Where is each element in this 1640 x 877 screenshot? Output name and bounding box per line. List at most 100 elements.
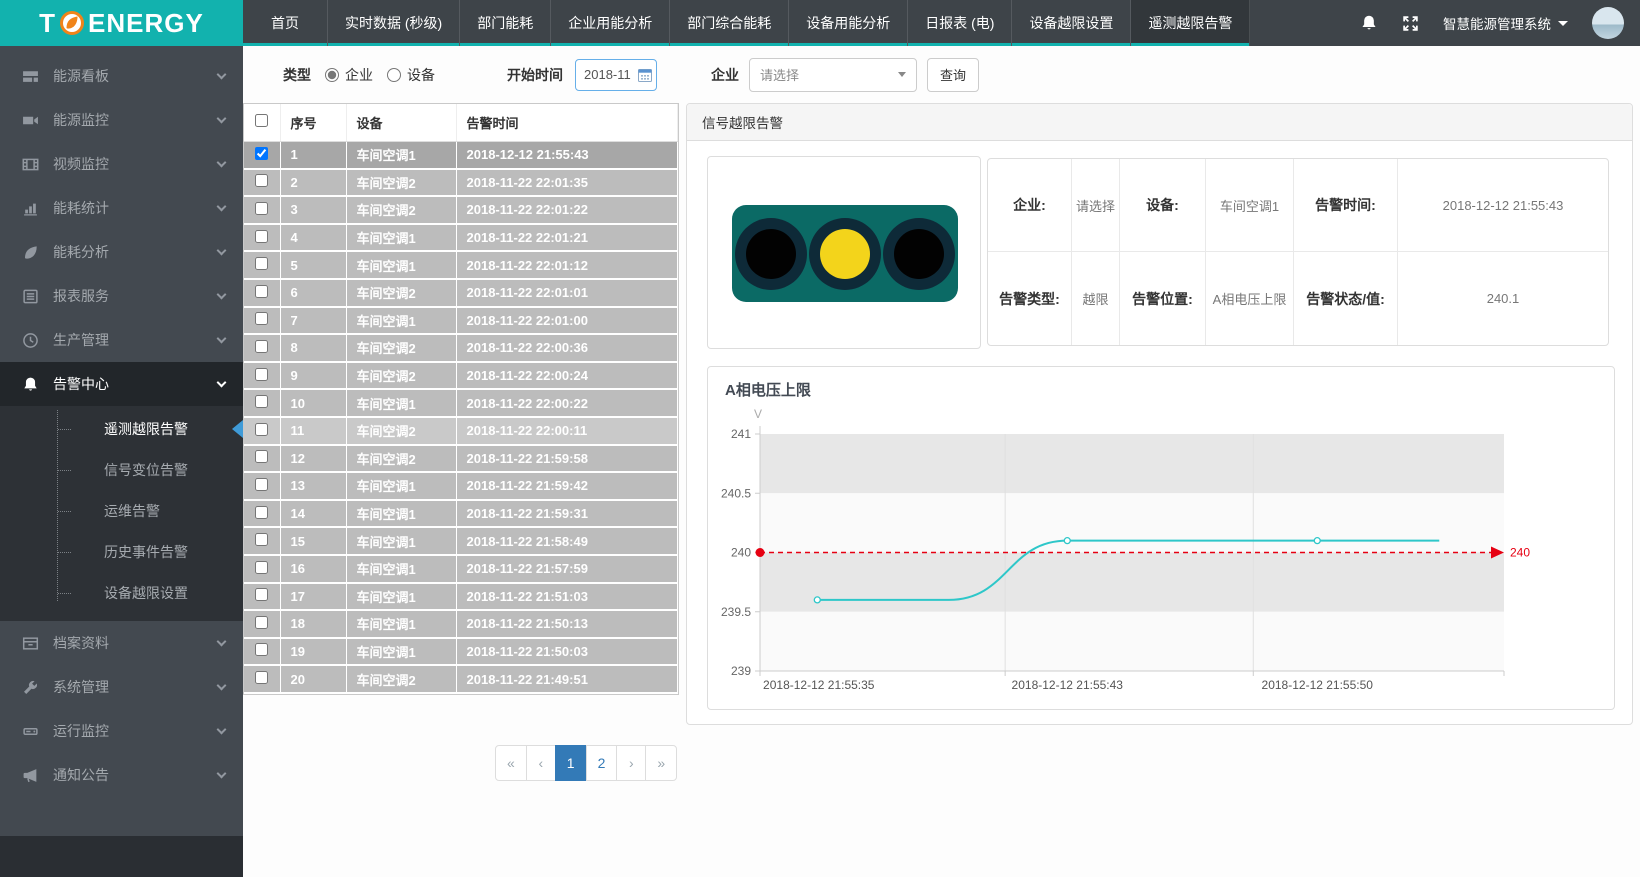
table-row[interactable]: 18车间空调12018-11-22 21:50:13 bbox=[244, 610, 678, 638]
sidebar-item-label: 告警中心 bbox=[53, 374, 218, 394]
row-checkbox[interactable] bbox=[255, 478, 268, 491]
search-button[interactable]: 查询 bbox=[927, 58, 979, 92]
row-checkbox[interactable] bbox=[255, 588, 268, 601]
sidebar-subitem[interactable]: 运维告警 bbox=[0, 490, 243, 531]
top-nav-item[interactable]: 企业用能分析 bbox=[551, 0, 670, 46]
row-checkbox[interactable] bbox=[255, 395, 268, 408]
sidebar-item[interactable]: 能耗统计 bbox=[0, 186, 243, 230]
sidebar-item[interactable]: 告警中心 bbox=[0, 362, 243, 406]
row-checkbox[interactable] bbox=[255, 561, 268, 574]
sidebar-item[interactable]: 档案资料 bbox=[0, 621, 243, 665]
sidebar-item-label: 通知公告 bbox=[53, 765, 218, 785]
page-button[interactable]: 2 bbox=[586, 745, 618, 781]
table-row[interactable]: 2车间空调22018-11-22 22:01:35 bbox=[244, 169, 678, 197]
row-checkbox[interactable] bbox=[255, 506, 268, 519]
table-row[interactable]: 16车间空调12018-11-22 21:57:59 bbox=[244, 555, 678, 583]
sidebar-item[interactable]: 能源监控 bbox=[0, 98, 243, 142]
top-nav-item[interactable]: 部门综合能耗 bbox=[670, 0, 789, 46]
top-nav-item[interactable]: 日报表 (电) bbox=[908, 0, 1012, 46]
sidebar-item[interactable]: 生产管理 bbox=[0, 318, 243, 362]
sidebar-item[interactable]: 视频监控 bbox=[0, 142, 243, 186]
top-nav-item[interactable]: 设备越限设置 bbox=[1012, 0, 1131, 46]
col-header-device: 设备 bbox=[346, 104, 456, 141]
table-row[interactable]: 15车间空调12018-11-22 21:58:49 bbox=[244, 527, 678, 555]
info-label-cell: 企业: bbox=[988, 159, 1072, 252]
table-row[interactable]: 9车间空调22018-11-22 22:00:24 bbox=[244, 362, 678, 390]
table-row[interactable]: 7车间空调12018-11-22 22:01:00 bbox=[244, 307, 678, 335]
top-nav-item[interactable]: 设备用能分析 bbox=[789, 0, 908, 46]
row-checkbox[interactable] bbox=[255, 450, 268, 463]
row-checkbox[interactable] bbox=[255, 147, 268, 160]
sidebar-item[interactable]: 通知公告 bbox=[0, 753, 243, 797]
page-button[interactable]: › bbox=[616, 745, 646, 781]
system-name-menu[interactable]: 智慧能源管理系统 bbox=[1443, 13, 1568, 33]
row-checkbox[interactable] bbox=[255, 257, 268, 270]
avatar[interactable] bbox=[1592, 7, 1624, 39]
sidebar-subitem[interactable]: 设备越限设置 bbox=[0, 572, 243, 613]
sidebar-subitem[interactable]: 信号变位告警 bbox=[0, 449, 243, 490]
table-row[interactable]: 10车间空调12018-11-22 22:00:22 bbox=[244, 389, 678, 417]
sidebar-subitem[interactable]: 历史事件告警 bbox=[0, 531, 243, 572]
sidebar-item[interactable]: 能耗分析 bbox=[0, 230, 243, 274]
enterprise-select[interactable]: 请选择 bbox=[749, 58, 917, 92]
row-checkbox[interactable] bbox=[255, 616, 268, 629]
table-row[interactable]: 11车间空调22018-11-22 22:00:11 bbox=[244, 417, 678, 445]
table-row[interactable]: 3车间空调22018-11-22 22:01:22 bbox=[244, 196, 678, 224]
type-radio-option[interactable]: 企业 bbox=[325, 65, 373, 85]
bell-icon bbox=[22, 376, 39, 393]
row-checkbox[interactable] bbox=[255, 340, 268, 353]
table-row[interactable]: 20车间空调22018-11-22 21:49:51 bbox=[244, 665, 678, 693]
page-button[interactable]: 1 bbox=[555, 745, 587, 781]
sidebar-subitem-label: 运维告警 bbox=[104, 501, 160, 521]
table-row[interactable]: 14车间空调12018-11-22 21:59:31 bbox=[244, 500, 678, 528]
table-row[interactable]: 12车间空调22018-11-22 21:59:58 bbox=[244, 445, 678, 473]
row-checkbox[interactable] bbox=[255, 174, 268, 187]
info-label-cell: 告警类型: bbox=[988, 252, 1072, 345]
table-row[interactable]: 17车间空调12018-11-22 21:51:03 bbox=[244, 583, 678, 611]
row-checkbox[interactable] bbox=[255, 368, 268, 381]
archive-icon bbox=[22, 635, 39, 652]
sidebar-subitem[interactable]: 遥测越限告警 bbox=[0, 408, 243, 449]
row-checkbox[interactable] bbox=[255, 423, 268, 436]
row-checkbox[interactable] bbox=[255, 202, 268, 215]
table-row[interactable]: 19车间空调12018-11-22 21:50:03 bbox=[244, 638, 678, 666]
top-nav-item[interactable]: 首页 bbox=[243, 0, 328, 46]
table-row[interactable]: 13车间空调12018-11-22 21:59:42 bbox=[244, 472, 678, 500]
page-button[interactable]: ‹ bbox=[526, 745, 556, 781]
select-all-checkbox[interactable] bbox=[255, 114, 268, 127]
threshold-label: 240 bbox=[1510, 546, 1530, 560]
row-checkbox[interactable] bbox=[255, 230, 268, 243]
row-checkbox[interactable] bbox=[255, 533, 268, 546]
top-nav-item[interactable]: 遥测越限告警 bbox=[1131, 0, 1250, 46]
notification-bell-icon[interactable] bbox=[1360, 14, 1378, 32]
cell-no: 18 bbox=[280, 610, 346, 638]
cell-time: 2018-11-22 21:57:59 bbox=[456, 555, 678, 583]
sidebar-item[interactable]: 报表服务 bbox=[0, 274, 243, 318]
table-row[interactable]: 1车间空调12018-12-12 21:55:43 bbox=[244, 141, 678, 169]
cell-time: 2018-11-22 22:01:21 bbox=[456, 224, 678, 252]
top-nav-item[interactable]: 实时数据 (秒级) bbox=[328, 0, 460, 46]
row-checkbox[interactable] bbox=[255, 671, 268, 684]
page-button[interactable]: « bbox=[495, 745, 527, 781]
sidebar-item[interactable]: 能源看板 bbox=[0, 54, 243, 98]
type-radio[interactable] bbox=[325, 68, 339, 82]
type-radio-option[interactable]: 设备 bbox=[387, 65, 435, 85]
calendar-icon[interactable] bbox=[638, 68, 652, 82]
table-row[interactable]: 8车间空调22018-11-22 22:00:36 bbox=[244, 334, 678, 362]
system-name: 智慧能源管理系统 bbox=[1443, 13, 1551, 33]
top-nav-item[interactable]: 部门能耗 bbox=[460, 0, 551, 46]
row-checkbox[interactable] bbox=[255, 312, 268, 325]
table-row[interactable]: 4车间空调12018-11-22 22:01:21 bbox=[244, 224, 678, 252]
sidebar-item[interactable]: 系统管理 bbox=[0, 665, 243, 709]
table-row[interactable]: 6车间空调22018-11-22 22:01:01 bbox=[244, 279, 678, 307]
cell-time: 2018-11-22 22:00:36 bbox=[456, 334, 678, 362]
page-button[interactable]: » bbox=[645, 745, 677, 781]
sidebar-item[interactable]: 运行监控 bbox=[0, 709, 243, 753]
table-row[interactable]: 5车间空调12018-11-22 22:01:12 bbox=[244, 251, 678, 279]
row-checkbox[interactable] bbox=[255, 643, 268, 656]
y-tick-label: 240 bbox=[731, 546, 751, 560]
type-radio[interactable] bbox=[387, 68, 401, 82]
fullscreen-icon[interactable] bbox=[1402, 15, 1419, 32]
alarm-table-body: 1车间空调12018-12-12 21:55:432车间空调22018-11-2… bbox=[244, 141, 678, 693]
row-checkbox[interactable] bbox=[255, 285, 268, 298]
